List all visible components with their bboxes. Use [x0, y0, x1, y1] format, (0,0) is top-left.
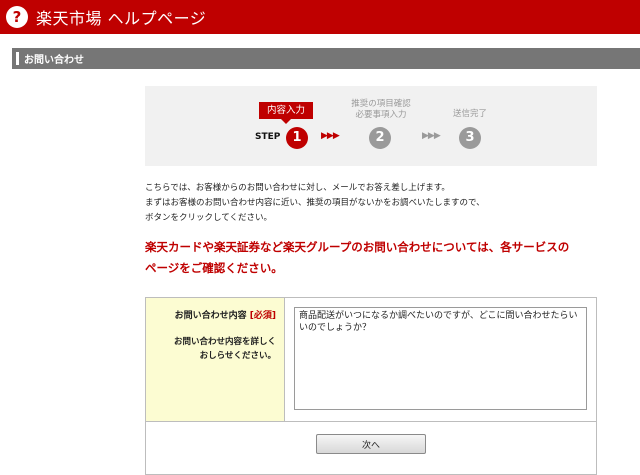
- notice-line-1: 楽天カードや楽天証券など楽天グループのお問い合わせについては、各サービスの: [145, 240, 570, 254]
- intro-line-3: ボタンをクリックしてください。: [145, 213, 272, 223]
- next-button[interactable]: 次へ: [316, 434, 426, 454]
- group-notice: 楽天カードや楽天証券など楽天グループのお問い合わせについては、各サービスの ペー…: [145, 237, 615, 279]
- intro-line-2: まずはお客様のお問い合わせ内容に近い、推奨の項目がないかをお調べいたしますので、: [145, 198, 485, 208]
- step-word: STEP: [255, 132, 281, 142]
- step-3-number: 3: [459, 127, 481, 149]
- inquiry-label: お問い合わせ内容: [174, 311, 247, 321]
- inquiry-help-line-1: お問い合わせ内容を詳しく: [173, 337, 276, 347]
- intro-line-1: こちらでは、お客様からのお問い合わせに対し、メールでお答え差し上げます。: [145, 183, 450, 193]
- notice-line-2: ページをご確認ください。: [145, 261, 283, 275]
- step-1-label: 内容入力: [259, 102, 313, 124]
- step-2-label: 推奨の項目確認 必要事項入力: [341, 99, 421, 121]
- step-2-label-line2: 必要事項入力: [355, 110, 407, 120]
- inquiry-form: お問い合わせ内容 [必須] お問い合わせ内容を詳しく おしらせください。 商品配…: [145, 297, 597, 475]
- page-title: 楽天市場 ヘルプページ: [36, 9, 207, 28]
- inquiry-help: お問い合わせ内容を詳しく おしらせください。: [152, 335, 276, 363]
- step-3-label: 送信完了: [452, 109, 487, 119]
- inquiry-label-cell: お問い合わせ内容 [必須] お問い合わせ内容を詳しく おしらせください。: [146, 298, 285, 422]
- inquiry-help-line-2: おしらせください。: [199, 351, 276, 361]
- header-bar: ? 楽天市場 ヘルプページ: [0, 0, 640, 34]
- required-badge: [必須]: [249, 311, 276, 321]
- step-2-number: 2: [369, 127, 391, 149]
- intro-text: こちらでは、お客様からのお問い合わせに対し、メールでお答え差し上げます。 まずは…: [145, 181, 615, 226]
- help-icon: ?: [6, 6, 28, 28]
- section-marker: [16, 52, 19, 65]
- step-arrow-2: ▶▶▶: [422, 131, 441, 141]
- section-title: お問い合わせ: [24, 55, 84, 66]
- step-indicator: 内容入力 STEP 1 ▶▶▶ 推奨の項目確認 必要事項入力 2 ▶▶▶ 送信完…: [145, 86, 597, 166]
- section-header: お問い合わせ: [12, 48, 640, 69]
- step-arrow-1: ▶▶▶: [321, 131, 340, 141]
- step-2-label-line1: 推奨の項目確認: [351, 99, 411, 109]
- step-1-number: 1: [286, 127, 308, 149]
- inquiry-textarea[interactable]: 商品配送がいつになるか調べたいのですが、どこに問い合わせたらいいのでしょうか？: [294, 307, 587, 410]
- inquiry-input-cell: 商品配送がいつになるか調べたいのですが、どこに問い合わせたらいいのでしょうか？: [285, 298, 596, 422]
